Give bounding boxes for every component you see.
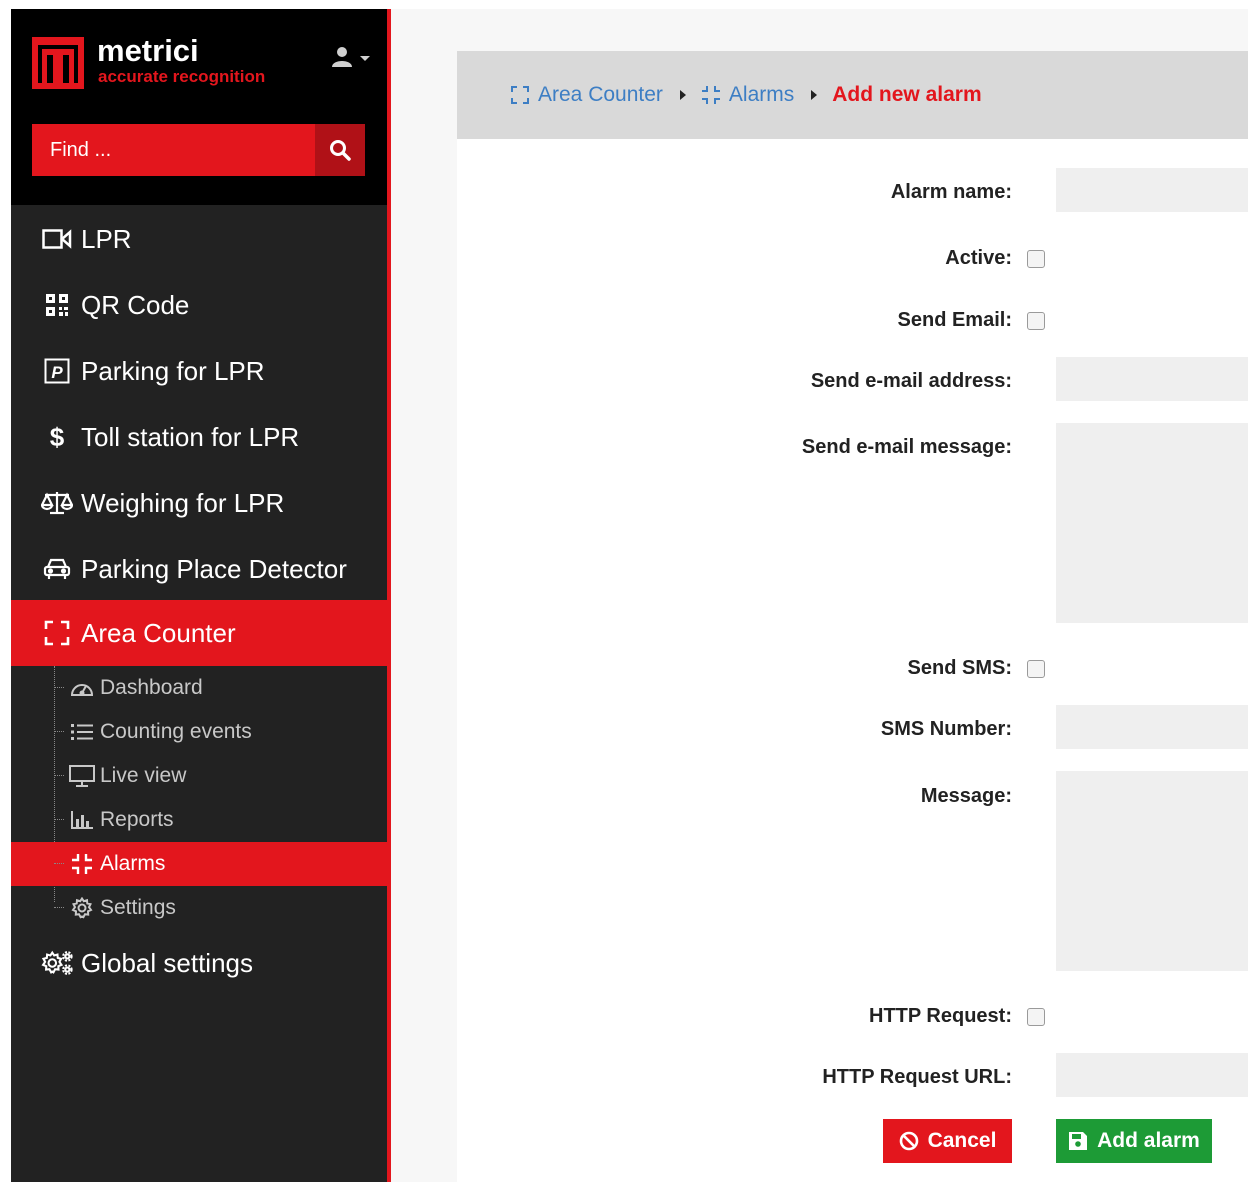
caret-right-icon	[679, 89, 687, 101]
search-button[interactable]	[315, 124, 365, 176]
add-alarm-button[interactable]: Add alarm	[1056, 1119, 1212, 1163]
message-textarea[interactable]	[1056, 771, 1248, 971]
car-icon	[41, 555, 73, 583]
http-request-checkbox[interactable]	[1027, 1008, 1045, 1026]
alarm-name-label: Alarm name:	[890, 181, 1012, 203]
active-checkbox[interactable]	[1027, 250, 1045, 268]
http-request-label: HTTP Request:	[869, 1005, 1012, 1027]
sms-number-input[interactable]	[1056, 705, 1248, 749]
nav-item-qr-code[interactable]: QR Code	[11, 272, 387, 338]
subnav-item-label: Alarms	[100, 852, 166, 875]
nav-item-parking-lpr[interactable]: P Parking for LPR	[11, 338, 387, 404]
expand-icon	[510, 85, 530, 105]
subnav-item-settings[interactable]: Settings	[11, 886, 387, 930]
compress-icon	[69, 852, 95, 876]
nav-item-parking-place-detector[interactable]: Parking Place Detector	[11, 536, 387, 602]
breadcrumb-current: Add new alarm	[832, 83, 982, 106]
subnav-item-label: Dashboard	[100, 676, 203, 699]
send-sms-checkbox[interactable]	[1027, 660, 1045, 678]
nav-item-weighing[interactable]: Weighing for LPR	[11, 470, 387, 536]
search-icon	[330, 140, 351, 161]
cancel-button[interactable]: Cancel	[883, 1119, 1012, 1163]
http-url-label: HTTP Request URL:	[822, 1066, 1012, 1088]
subnav-item-label: Reports	[100, 808, 174, 831]
gears-icon	[41, 949, 73, 977]
svg-text:$: $	[50, 423, 65, 451]
nav-item-lpr[interactable]: LPR	[11, 206, 387, 272]
search-input[interactable]	[32, 124, 315, 176]
send-email-label: Send Email:	[897, 309, 1012, 331]
breadcrumb-area-counter[interactable]: Area Counter	[510, 83, 663, 107]
brand-name: metrici	[97, 33, 199, 68]
nav-item-toll-station[interactable]: $ Toll station for LPR	[11, 404, 387, 470]
nav-item-label: LPR	[81, 223, 132, 254]
ban-icon	[899, 1131, 919, 1151]
send-sms-label: Send SMS:	[907, 657, 1012, 679]
subnav-item-counting-events[interactable]: Counting events	[11, 710, 387, 754]
nav-item-label: Weighing for LPR	[81, 487, 285, 518]
nav-item-label: Area Counter	[81, 617, 236, 648]
nav-item-label: Parking Place Detector	[81, 553, 347, 584]
email-address-input[interactable]	[1056, 357, 1248, 401]
nav-item-global-settings[interactable]: Global settings	[11, 930, 387, 996]
nav-item-label: Global settings	[81, 947, 253, 978]
alarm-name-input[interactable]	[1056, 168, 1248, 212]
nav-item-area-counter[interactable]: Area Counter	[11, 600, 387, 666]
subnav-item-reports[interactable]: Reports	[11, 798, 387, 842]
user-icon	[332, 47, 352, 67]
email-message-textarea[interactable]	[1056, 423, 1248, 623]
breadcrumb-alarms[interactable]: Alarms	[701, 83, 794, 107]
save-icon	[1068, 1131, 1088, 1151]
subnav-item-live-view[interactable]: Live view	[11, 754, 387, 798]
sidebar-search	[32, 124, 365, 176]
brand-tagline: accurate recognition	[98, 67, 266, 86]
scale-icon	[41, 489, 73, 517]
list-icon	[69, 720, 95, 744]
email-message-label: Send e-mail message:	[801, 436, 1012, 458]
breadcrumb: Area Counter Alarms Add new alarm	[457, 51, 1248, 139]
dollar-icon: $	[41, 423, 73, 451]
nav-item-label: QR Code	[81, 289, 190, 320]
email-address-label: Send e-mail address:	[810, 370, 1012, 392]
sms-number-label: SMS Number:	[880, 718, 1012, 740]
subnav-item-dashboard[interactable]: Dashboard	[11, 666, 387, 710]
subnav-item-label: Live view	[100, 764, 187, 787]
caret-right-icon	[810, 89, 818, 101]
compress-icon	[701, 85, 721, 105]
svg-text:P: P	[51, 363, 63, 382]
monitor-icon	[69, 764, 95, 788]
sidebar-header: metrici accurate recognition	[11, 9, 387, 205]
caret-down-icon	[360, 56, 370, 61]
active-label: Active:	[945, 247, 1012, 269]
subnav-item-label: Counting events	[100, 720, 252, 743]
message-label: Message:	[920, 785, 1012, 807]
http-url-input[interactable]	[1056, 1053, 1248, 1097]
send-email-checkbox[interactable]	[1027, 312, 1045, 330]
expand-icon	[41, 619, 73, 647]
camera-icon	[41, 225, 73, 253]
bar-chart-icon	[69, 808, 95, 832]
parking-icon: P	[41, 357, 73, 385]
nav-item-label: Toll station for LPR	[81, 421, 300, 452]
qrcode-icon	[41, 291, 73, 319]
nav-item-label: Parking for LPR	[81, 355, 265, 386]
user-menu-button[interactable]	[331, 45, 375, 69]
subnav-item-alarms[interactable]: Alarms	[11, 842, 387, 886]
sidebar: metrici accurate recognition Find ... LP…	[11, 9, 387, 1182]
subnav-item-label: Settings	[100, 896, 176, 919]
metrici-logo-icon	[32, 37, 84, 89]
speedometer-icon	[69, 676, 95, 700]
gear-icon	[69, 896, 95, 920]
